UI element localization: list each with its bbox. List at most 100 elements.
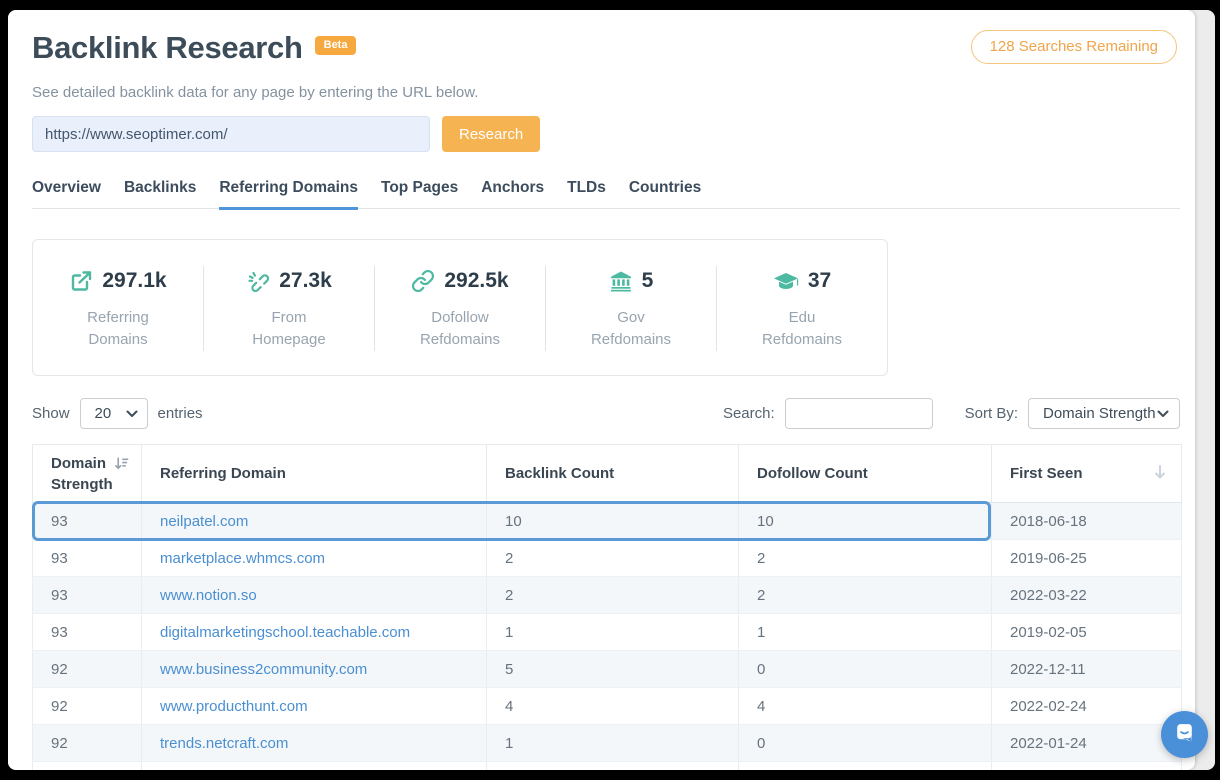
referring-domain-link[interactable]: www.producthunt.com — [160, 698, 308, 715]
column-header-backlink-count[interactable]: Backlink Count — [487, 445, 739, 503]
arrow-down-icon — [1153, 464, 1167, 486]
page-header: Backlink Research Beta 128 Searches Rema… — [32, 28, 1179, 68]
broken-link-icon — [246, 269, 270, 293]
external-link-icon — [69, 269, 93, 293]
stat-edu-refdomains: 37 Edu Refdomains — [717, 266, 887, 351]
searches-remaining-button[interactable]: 128 Searches Remaining — [971, 30, 1177, 64]
referring-domain-link[interactable]: trends.netcraft.com — [160, 735, 288, 752]
chevron-down-icon — [1157, 410, 1169, 418]
page-title: Backlink Research — [32, 28, 303, 68]
url-input[interactable] — [32, 116, 430, 152]
tab-tlds[interactable]: TLDs — [567, 179, 606, 210]
referring-domain-link[interactable]: digitalmarketingschool.teachable.com — [160, 624, 410, 641]
referring-domains-table: Domain Strength Referring Domain Backlin… — [32, 444, 1181, 770]
tab-referring-domains[interactable]: Referring Domains — [219, 179, 358, 210]
cell-first-seen: 2019-06-25 — [992, 540, 1182, 577]
referring-domain-link[interactable]: www.notion.so — [160, 587, 257, 604]
cell-dofollow-count: 0 — [739, 651, 992, 688]
title-wrap: Backlink Research Beta — [32, 28, 356, 68]
table-row[interactable]: 93 www.notion.so 2 2 2022-03-22 — [33, 577, 1182, 614]
stat-label: Gov Refdomains — [581, 307, 681, 351]
stat-value: 292.5k — [444, 269, 508, 293]
entries-per-page-select[interactable]: 20 — [80, 398, 148, 429]
sort-by-value: Domain Strength — [1043, 405, 1156, 422]
link-icon — [411, 269, 435, 293]
cell-first-seen: 2022-02-24 — [992, 688, 1182, 725]
chat-launcher-button[interactable] — [1161, 711, 1208, 758]
cell-domain-strength: 93 — [33, 503, 142, 540]
beta-badge: Beta — [315, 36, 357, 55]
table-search-input[interactable] — [785, 398, 933, 429]
stat-label: Edu Refdomains — [752, 307, 852, 351]
show-label: Show — [32, 405, 70, 422]
page-subtitle: See detailed backlink data for any page … — [32, 84, 1179, 101]
graduation-cap-icon — [773, 269, 799, 293]
tab-overview[interactable]: Overview — [32, 179, 101, 210]
column-header-dofollow-count[interactable]: Dofollow Count — [739, 445, 992, 503]
cell-backlink-count: 10 — [487, 503, 739, 540]
column-label: Domain Strength — [51, 455, 113, 493]
cell-dofollow-count: 0 — [739, 725, 992, 762]
cell-dofollow-count: 2 — [739, 540, 992, 577]
column-label: Backlink Count — [505, 465, 614, 482]
tab-top-pages[interactable]: Top Pages — [381, 179, 458, 210]
cell-dofollow-count: 10 — [739, 503, 992, 540]
cell-domain-strength: 93 — [33, 540, 142, 577]
stat-label: Dofollow Refdomains — [410, 307, 510, 351]
tab-countries[interactable]: Countries — [629, 179, 701, 210]
chat-bubble-icon — [1172, 720, 1197, 750]
stat-value: 5 — [642, 269, 654, 293]
referring-domain-link[interactable]: www.business2community.com — [160, 661, 367, 678]
referring-domain-link[interactable]: neilpatel.com — [160, 513, 248, 530]
cell-domain-strength: 93 — [33, 577, 142, 614]
referring-domain-link[interactable]: marketplace.whmcs.com — [160, 550, 325, 567]
entries-per-page-value: 20 — [95, 405, 112, 422]
tab-bar: Overview Backlinks Referring Domains Top… — [32, 179, 1180, 209]
tab-anchors[interactable]: Anchors — [481, 179, 544, 210]
column-label: Referring Domain — [160, 465, 286, 482]
cell-backlink-count: 4 — [487, 688, 739, 725]
stat-value: 37 — [808, 269, 831, 293]
table-row[interactable]: 92 trends.netcraft.com 1 0 2022-01-24 — [33, 725, 1182, 762]
column-label: First Seen — [1010, 465, 1083, 482]
cell-dofollow-count: 4 — [739, 688, 992, 725]
cell-backlink-count: 5 — [487, 651, 739, 688]
url-form: Research — [32, 116, 1179, 152]
cell-first-seen: 2022-03-22 — [992, 577, 1182, 614]
stat-gov-refdomains: 5 Gov Refdomains — [546, 266, 717, 351]
refdomain-stats-card: 297.1k Referring Domains 27.3k From Home… — [32, 239, 888, 376]
stat-label: From Homepage — [239, 307, 339, 351]
sort-by-select[interactable]: Domain Strength — [1028, 398, 1180, 429]
table-row[interactable]: 92 www.business2community.com 5 0 2022-1… — [33, 651, 1182, 688]
table-row[interactable]: 92 www.producthunt.com 4 4 2022-02-24 — [33, 688, 1182, 725]
table-row-partial — [33, 762, 1182, 771]
column-header-domain-strength[interactable]: Domain Strength — [33, 445, 142, 503]
stat-dofollow-refdomains: 292.5k Dofollow Refdomains — [375, 266, 546, 351]
cell-backlink-count: 2 — [487, 540, 739, 577]
table-row[interactable]: 93 marketplace.whmcs.com 2 2 2019-06-25 — [33, 540, 1182, 577]
column-header-referring-domain[interactable]: Referring Domain — [142, 445, 487, 503]
cell-domain-strength: 92 — [33, 725, 142, 762]
cell-first-seen: 2022-01-24 — [992, 725, 1182, 762]
cell-dofollow-count: 2 — [739, 577, 992, 614]
tab-backlinks[interactable]: Backlinks — [124, 179, 196, 210]
cell-backlink-count: 1 — [487, 614, 739, 651]
stat-referring-domains: 297.1k Referring Domains — [33, 266, 204, 351]
chevron-down-icon — [126, 410, 138, 418]
cell-backlink-count: 2 — [487, 577, 739, 614]
bank-icon — [609, 269, 633, 293]
table-row[interactable]: 93 neilpatel.com 10 10 2018-06-18 — [33, 503, 1182, 540]
sort-amount-icon — [114, 456, 129, 477]
stat-value: 27.3k — [279, 269, 332, 293]
table-row[interactable]: 93 digitalmarketingschool.teachable.com … — [33, 614, 1182, 651]
table-header-row: Domain Strength Referring Domain Backlin… — [33, 445, 1182, 503]
table-controls: Show 20 entries Search: Sort By: Domain … — [32, 398, 1180, 429]
cell-first-seen: 2022-12-11 — [992, 651, 1182, 688]
column-header-first-seen[interactable]: First Seen — [992, 445, 1182, 503]
cell-first-seen: 2019-02-05 — [992, 614, 1182, 651]
research-button[interactable]: Research — [442, 116, 540, 152]
stat-from-homepage: 27.3k From Homepage — [204, 266, 375, 351]
sort-by-label: Sort By: — [965, 405, 1018, 422]
cell-domain-strength: 92 — [33, 688, 142, 725]
backlink-research-page: Backlink Research Beta 128 Searches Rema… — [8, 10, 1195, 770]
